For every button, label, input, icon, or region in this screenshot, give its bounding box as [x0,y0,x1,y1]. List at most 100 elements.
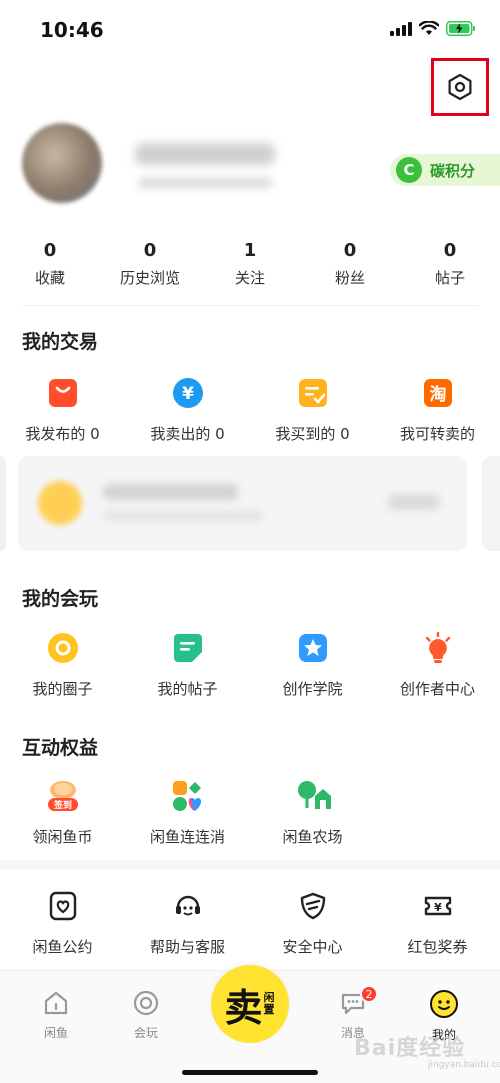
services-grid: 闲鱼公约 帮助与客服 安全中心 ¥ 红包奖券 [0,888,500,957]
star-icon [295,630,331,666]
benefit-item-match-game[interactable]: 闲鱼连连消 [125,778,250,847]
tab-label: 闲鱼 [43,1026,68,1040]
carbon-leaf-icon: C [396,157,422,183]
headset-icon [170,888,206,924]
section-gap [0,860,500,870]
stat-label: 粉丝 [334,269,365,287]
battery-charging-icon [446,21,475,36]
avatar[interactable] [22,123,102,203]
divider [22,305,478,306]
carbon-points-button[interactable]: C 碳积分 [390,154,500,186]
stat-value: 0 [143,240,157,261]
tab-home[interactable]: 闲鱼 [21,989,91,1041]
sell-main-label: 卖 [224,985,263,1030]
promo-card-next[interactable] [482,456,500,551]
play-item-creator-center[interactable]: 创作者中心 [375,630,500,699]
home-icon [44,991,68,1015]
section-title-trade: 我的交易 [22,331,99,353]
service-item-label: 安全中心 [282,938,343,956]
trade-item-label: 我卖出的 0 [150,425,225,443]
play-item-label: 创作者中心 [399,680,475,698]
benefit-item-coins[interactable]: 签到 领闲鱼币 [0,778,125,847]
stat-label: 帖子 [434,269,465,287]
service-item-label: 红包奖券 [407,938,468,956]
signal-icon [390,21,412,36]
play-grid: 我的圈子 我的帖子 创作学院 创作者中心 [0,630,500,699]
heart-doc-icon [45,888,81,924]
stat-history[interactable]: 0 历史浏览 [100,240,200,300]
play-item-label: 创作学院 [282,680,343,698]
section-title-benefits: 互动权益 [22,737,99,759]
stat-label: 收藏 [34,269,65,287]
promo-subtitle-blurred [103,511,263,521]
profile-page: 10:46 C 碳积分 0 收藏 0 历史浏览 1 关注 0 粉丝 0 帖子 我… [0,0,500,1083]
promo-card-prev[interactable] [0,456,6,551]
service-item-security[interactable]: 安全中心 [250,888,375,957]
play-item-label: 我的圈子 [32,680,93,698]
benefit-item-farm[interactable]: 闲鱼农场 [250,778,375,847]
promo-card-blurred[interactable] [18,456,467,551]
play-item-label: 我的帖子 [157,680,218,698]
check-doc-icon [295,375,331,411]
play-item-posts[interactable]: 我的帖子 [125,630,250,699]
stat-followers[interactable]: 0 粉丝 [300,240,400,300]
profile-header: C 碳积分 [0,115,500,220]
trade-item-published[interactable]: 我发布的 0 [0,375,125,444]
promo-icon [38,481,82,525]
stat-following[interactable]: 1 关注 [200,240,300,300]
tab-play[interactable]: 会玩 [111,989,181,1041]
checkin-badge-text: 签到 [52,799,71,811]
stat-value: 1 [243,240,257,261]
messages-badge: 2 [360,985,378,1003]
status-bar: 10:46 [0,0,500,62]
trade-item-resellable[interactable]: 淘 我可转卖的 [375,375,500,444]
farm-icon [295,778,331,814]
trade-item-label: 我可转卖的 [399,425,475,443]
coin-icon: 签到 [45,778,81,814]
stat-value: 0 [43,240,57,261]
username-blurred[interactable] [135,143,275,165]
svg-text:¥: ¥ [182,384,194,404]
settings-button[interactable] [431,58,489,116]
trade-item-bought[interactable]: 我买到的 0 [250,375,375,444]
shield-icon [295,888,331,924]
watermark-text: Bai度经验 [354,1036,466,1061]
bag-icon [45,375,81,411]
tab-label: 会玩 [133,1026,158,1040]
service-item-label: 闲鱼公约 [32,938,93,956]
service-item-help[interactable]: 帮助与客服 [125,888,250,957]
bottom-tab-bar: 闲鱼 会玩 卖 闲置 2 消息 我的 [0,965,500,1083]
svg-text:¥: ¥ [434,901,442,914]
benefits-grid: 签到 领闲鱼币 闲鱼连连消 闲鱼农场 [0,778,500,847]
tao-icon: 淘 [420,375,456,411]
home-indicator[interactable] [182,1070,318,1075]
sell-button[interactable]: 卖 闲置 [211,965,289,1043]
play-item-circles[interactable]: 我的圈子 [0,630,125,699]
section-title-play: 我的会玩 [22,588,99,610]
post-icon [170,630,206,666]
status-icons [390,21,476,36]
stat-value: 0 [443,240,457,261]
play-item-academy[interactable]: 创作学院 [250,630,375,699]
bulb-icon [420,630,456,666]
stats-row: 0 收藏 0 历史浏览 1 关注 0 粉丝 0 帖子 [0,240,500,300]
stat-label: 关注 [234,269,265,287]
watermark-sub: jingyan.baidu.com [428,1060,500,1070]
benefit-item-label: 领闲鱼币 [32,828,93,846]
sell-side-label: 闲置 [263,991,275,1016]
promo-action-blurred[interactable] [388,494,440,510]
stat-posts[interactable]: 0 帖子 [400,240,500,300]
ticket-icon: ¥ [420,888,456,924]
yen-icon: ¥ [170,375,206,411]
trade-item-sold[interactable]: ¥ 我卖出的 0 [125,375,250,444]
service-item-convention[interactable]: 闲鱼公约 [0,888,125,957]
settings-hex-icon [448,73,472,101]
trade-item-label: 我买到的 0 [275,425,350,443]
stat-favorites[interactable]: 0 收藏 [0,240,100,300]
trade-item-label: 我发布的 0 [25,425,100,443]
smile-face-icon [430,990,458,1018]
stat-label: 历史浏览 [119,269,180,287]
stat-value: 0 [343,240,357,261]
service-item-coupons[interactable]: ¥ 红包奖券 [375,888,500,957]
services-section: 闲鱼公约 帮助与客服 安全中心 ¥ 红包奖券 [0,870,500,970]
